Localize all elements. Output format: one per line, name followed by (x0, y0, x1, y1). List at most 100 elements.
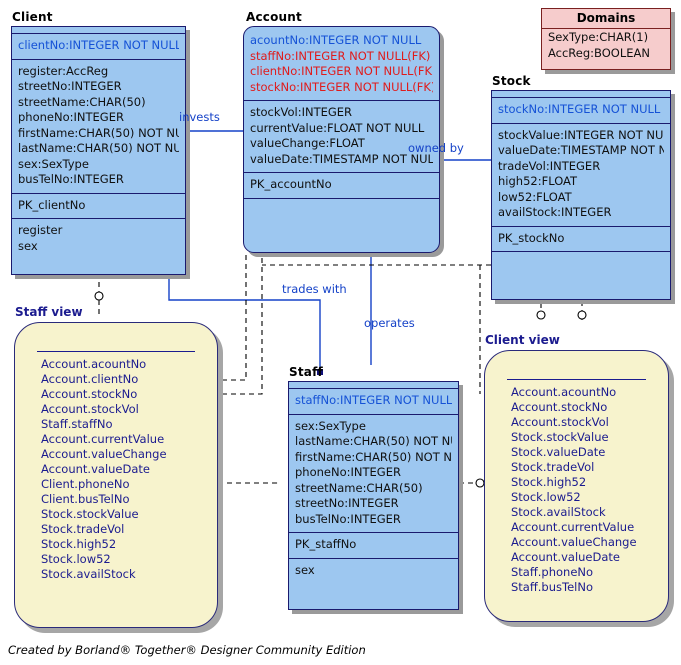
view-column: Account.stockNo (41, 387, 138, 401)
view-client-view-title: Client view (485, 333, 560, 347)
entity-client-indexes: register sex (12, 219, 185, 259)
entity-field: streetName:CHAR(50) (295, 480, 423, 495)
entity-client[interactable]: Client clientNo:INTEGER NOT NULL registe… (11, 10, 186, 275)
entity-index: register (18, 223, 63, 237)
entity-account-constraints: PK_accountNo (244, 173, 439, 199)
view-column: Client.phoneNo (41, 477, 130, 491)
entity-field: phoneNo:INTEGER (18, 110, 124, 124)
entity-constraint: PK_stockNo (498, 230, 565, 245)
view-column: Account.valueChange (511, 535, 637, 549)
entity-field: valueDate:TIMESTAMP NOT NULL (498, 143, 664, 157)
view-column: Staff.staffNo (41, 417, 113, 431)
view-staff-view-title: Staff view (15, 305, 83, 319)
view-client-view[interactable]: Client view Account.acountNo Account.sto… (484, 333, 669, 622)
view-column: Stock.tradeVol (511, 460, 595, 474)
view-column: Stock.valueDate (511, 445, 606, 459)
view-column: Client.busTelNo (41, 492, 130, 506)
entity-field: stockValue:INTEGER NOT NULL (498, 127, 664, 142)
entity-account-keys: acountNo:INTEGER NOT NULL staffNo:INTEGE… (244, 27, 439, 101)
entity-staff-constraints: PK_staffNo (289, 533, 458, 559)
entity-field: stockNo:INTEGER NOT NULL(FK) (250, 79, 433, 94)
view-column: Stock.stockValue (511, 430, 609, 444)
view-column: Staff.phoneNo (511, 565, 594, 579)
view-column: Account.currentValue (41, 432, 165, 446)
entity-field: stockVol:INTEGER (250, 105, 353, 119)
entity-field: streetNo:INTEGER (295, 496, 399, 510)
entity-constraint: PK_clientNo (18, 197, 86, 212)
entity-staff-attributes: sex:SexType lastName:CHAR(50) NOT NULL f… (289, 415, 458, 533)
entity-account-title: Account (246, 10, 302, 24)
entity-account[interactable]: Account acountNo:INTEGER NOT NULL staffN… (243, 10, 440, 255)
entity-field: firstName:CHAR(50) NOT NULL (295, 449, 452, 464)
entity-staff[interactable]: Staff staffNo:INTEGER NOT NULL sex:SexTy… (288, 365, 459, 610)
entity-field: availStock:INTEGER (498, 205, 612, 219)
view-column: Stock.low52 (41, 552, 111, 566)
domains-title: Domains (542, 9, 670, 29)
view-column: Account.clientNo (41, 372, 139, 386)
entity-field: acountNo:INTEGER NOT NULL (250, 33, 422, 47)
view-column: Stock.stockValue (41, 507, 139, 521)
entity-field: firstName:CHAR(50) NOT NULL (18, 125, 179, 140)
view-column: Account.currentValue (511, 520, 635, 534)
entity-stock-attributes: stockValue:INTEGER NOT NULL valueDate:TI… (492, 124, 670, 227)
view-column: Account.stockVol (41, 402, 139, 416)
entity-stock-keys: stockNo:INTEGER NOT NULL (492, 98, 670, 124)
er-diagram-canvas: Domains SexType:CHAR(1) AccReg:BOOLEAN C… (0, 0, 681, 665)
entity-stock-indexes (492, 252, 670, 309)
entity-field: sex:SexType (295, 418, 366, 433)
relationship-label-owned-by[interactable]: owned by (408, 141, 464, 155)
entity-field: lastName:CHAR(50) NOT NULL (18, 141, 179, 155)
entity-field: clientNo:INTEGER NOT NULL (18, 38, 179, 52)
entity-field: valueChange:FLOAT (250, 136, 365, 150)
view-column: Stock.low52 (511, 490, 581, 504)
view-staff-view-columns: Account.acountNo Account.clientNo Accoun… (41, 357, 209, 582)
view-separator (37, 351, 195, 352)
entity-field: stockNo:INTEGER NOT NULL (498, 102, 661, 116)
view-column: Stock.high52 (511, 475, 587, 489)
entity-field: staffNo:INTEGER NOT NULL(FK) (250, 48, 431, 63)
entity-staff-title: Staff (289, 365, 323, 379)
domains-row: SexType:CHAR(1) (548, 30, 649, 44)
entity-client-attributes: register:AccReg streetNo:INTEGER streetN… (12, 60, 185, 194)
view-column: Account.stockVol (511, 415, 609, 429)
view-column: Stock.availStock (41, 567, 136, 581)
entity-staff-keys: staffNo:INTEGER NOT NULL (289, 389, 458, 415)
entity-account-indexes (244, 199, 439, 255)
view-column: Account.valueChange (41, 447, 167, 461)
relationship-label-operates[interactable]: operates (364, 316, 415, 330)
entity-stock-constraints: PK_stockNo (492, 227, 670, 252)
entity-field: currentValue:FLOAT NOT NULL (250, 120, 425, 135)
relationship-label-invests[interactable]: invests (179, 110, 220, 124)
entity-field: valueDate:TIMESTAMP NOT NULL (250, 151, 433, 166)
view-column: Account.acountNo (511, 385, 617, 399)
entity-field: high52:FLOAT (498, 174, 578, 188)
entity-constraint: PK_staffNo (295, 537, 357, 551)
entity-stock-title: Stock (492, 74, 531, 88)
entity-field: streetName:CHAR(50) (18, 94, 146, 109)
entity-field: staffNo:INTEGER NOT NULL (295, 393, 452, 407)
entity-field: tradeVol:INTEGER (498, 158, 601, 173)
entity-index: sex (18, 238, 38, 253)
entity-stock-topbar (492, 91, 670, 98)
view-client-view-columns: Account.acountNo Account.stockNo Account… (511, 385, 660, 595)
entity-stock[interactable]: Stock stockNo:INTEGER NOT NULL stockValu… (491, 74, 671, 300)
relationship-label-trades-with[interactable]: trades with (282, 282, 347, 296)
entity-field: register:AccReg (18, 63, 109, 78)
entity-field: busTelNo:INTEGER (18, 172, 124, 186)
view-separator (507, 379, 646, 380)
view-staff-view[interactable]: Staff view Account.acountNo Account.clie… (14, 305, 218, 628)
view-column: Account.valueDate (41, 462, 150, 476)
domains-box[interactable]: Domains SexType:CHAR(1) AccReg:BOOLEAN (541, 8, 671, 70)
view-column: Account.valueDate (511, 550, 620, 564)
entity-staff-indexes: sex (289, 559, 458, 608)
footer-credit: Created by Borland® Together® Designer C… (8, 643, 366, 657)
entity-client-keys: clientNo:INTEGER NOT NULL (12, 34, 185, 60)
entity-field: streetNo:INTEGER (18, 79, 122, 93)
entity-staff-topbar (289, 382, 458, 389)
view-column: Account.stockNo (511, 400, 608, 414)
view-column: Staff.busTelNo (511, 580, 593, 594)
view-column: Stock.availStock (511, 505, 606, 519)
entity-index: sex (295, 562, 315, 577)
entity-field: low52:FLOAT (498, 189, 572, 204)
entity-field: busTelNo:INTEGER (295, 511, 401, 526)
